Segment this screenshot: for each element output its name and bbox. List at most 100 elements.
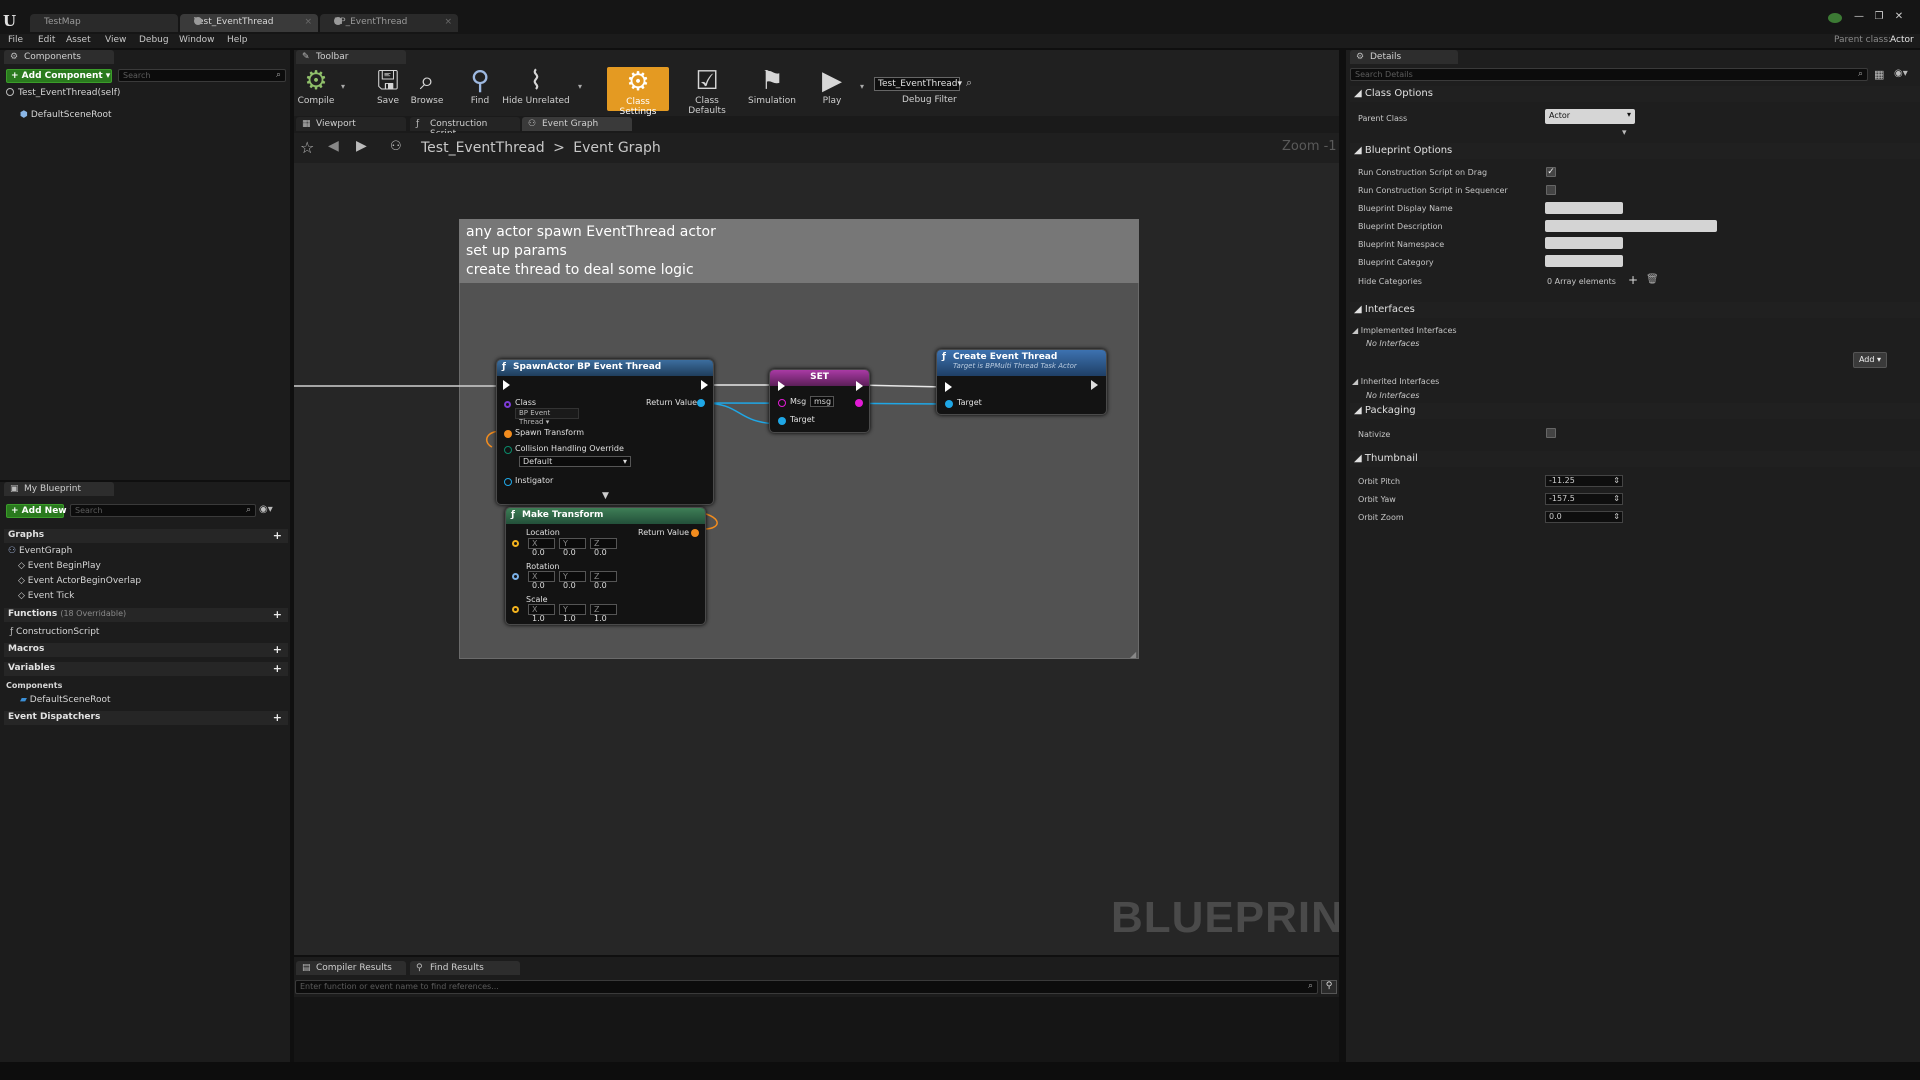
blueprint-display-name-input[interactable] [1545, 202, 1623, 214]
blueprint-namespace-input[interactable] [1545, 237, 1623, 249]
variables-components-category[interactable]: Components [6, 681, 62, 690]
find-button[interactable]: ⚲ Find [456, 66, 504, 112]
parent-class-select[interactable]: Actor ▾ [1545, 109, 1635, 124]
restore-icon[interactable]: ❐ [1872, 11, 1886, 23]
tab-toolbar[interactable]: ✎ Toolbar [296, 50, 406, 64]
collision-select[interactable]: Default ▾ [519, 456, 631, 467]
browse-button[interactable]: ⌕ Browse [403, 66, 451, 112]
event-beginplay[interactable]: ◇ Event BeginPlay [18, 561, 101, 571]
exec-in-pin[interactable] [945, 382, 952, 392]
unreal-logo-icon[interactable]: U [3, 12, 16, 30]
event-tick[interactable]: ◇ Event Tick [18, 591, 74, 601]
menu-debug[interactable]: Debug [139, 35, 169, 45]
add-graph-icon[interactable]: + [273, 529, 282, 542]
spawn-transform-pin[interactable] [504, 430, 512, 438]
location-y[interactable]: Y 0.0 [559, 538, 586, 557]
component-root-row[interactable]: Test_EventThread(self) [6, 88, 120, 98]
my-blueprint-search-input[interactable]: Search ⌕ [70, 504, 256, 517]
blueprint-category-input[interactable] [1545, 255, 1623, 267]
doc-tab-test-eventthread[interactable]: Test_EventThread × [180, 14, 318, 32]
nativize-checkbox[interactable] [1546, 428, 1556, 438]
binoculars-icon[interactable]: ⚲ [1321, 980, 1337, 994]
create-event-thread-node[interactable]: ƒ Create Event Thread Target is BPMulti Th… [936, 349, 1107, 415]
expand-chevron-icon[interactable]: ▼ [602, 491, 609, 501]
menu-asset[interactable]: Asset [66, 35, 91, 45]
return-value-pin[interactable] [697, 399, 705, 407]
section-class-options[interactable]: ◢ Class Options [1350, 86, 1920, 102]
hide-unrelated-chevron-icon[interactable]: ▾ [578, 82, 582, 91]
blueprint-description-input[interactable] [1545, 220, 1717, 232]
make-transform-node[interactable]: ƒ Make Transform Location Return Value X … [505, 507, 706, 625]
visibility-eye-icon[interactable]: ◉▾ [1894, 68, 1908, 79]
doc-tab-testmap[interactable]: TestMap [30, 14, 178, 32]
play-button[interactable]: ▶ Play [808, 66, 856, 112]
collision-pin[interactable] [504, 446, 512, 454]
scale-y[interactable]: Y 1.0 [559, 604, 586, 623]
run-construction-in-sequencer-checkbox[interactable] [1546, 185, 1556, 195]
section-functions[interactable]: Functions (18 Overridable) + [4, 608, 288, 622]
location-z[interactable]: Z 0.0 [590, 538, 617, 557]
scale-x[interactable]: X 1.0 [528, 604, 555, 623]
location-x[interactable]: X 0.0 [528, 538, 555, 557]
add-element-icon[interactable]: + [1628, 273, 1638, 287]
location-pin[interactable] [512, 540, 519, 547]
close-icon[interactable]: × [444, 17, 452, 27]
exec-in-pin[interactable] [778, 381, 785, 391]
compile-button[interactable]: ⚙ Compile [292, 66, 340, 112]
class-pin[interactable] [504, 401, 511, 408]
class-settings-button[interactable]: ⚙ Class Settings [607, 67, 669, 117]
close-window-icon[interactable]: ✕ [1892, 11, 1906, 23]
section-variables[interactable]: Variables + [4, 662, 288, 676]
add-function-icon[interactable]: + [273, 608, 282, 621]
tab-my-blueprint[interactable]: ▣ My Blueprint [4, 482, 114, 496]
exec-out-pin[interactable] [1091, 380, 1098, 390]
class-defaults-button[interactable]: ☑ Class Defaults [675, 66, 739, 116]
property-matrix-icon[interactable]: ▦ [1874, 68, 1884, 81]
add-component-button[interactable]: + Add Component ▾ [6, 69, 112, 83]
function-constructionscript[interactable]: ƒ ConstructionScript [10, 627, 99, 637]
graph-eventgraph[interactable]: ⚇ EventGraph [8, 546, 72, 556]
tab-details[interactable]: ⚙ Details [1350, 50, 1458, 64]
menu-help[interactable]: Help [227, 35, 248, 45]
tab-components[interactable]: ⚙ Components [4, 50, 114, 64]
add-macro-icon[interactable]: + [273, 643, 282, 656]
minimize-icon[interactable]: — [1852, 11, 1866, 23]
menu-file[interactable]: File [8, 35, 23, 45]
orbit-zoom-input[interactable]: 0.0 ⇕ [1545, 511, 1623, 523]
tab-compiler-results[interactable]: ▤ Compiler Results [296, 961, 406, 975]
trash-icon[interactable]: 🗑 [1646, 274, 1659, 285]
scale-z[interactable]: Z 1.0 [590, 604, 617, 623]
spawn-actor-node[interactable]: ƒ SpawnActor BP Event Thread Class BP Eve… [496, 359, 714, 505]
exec-in-pin[interactable] [503, 380, 510, 390]
tab-viewport[interactable]: ▦ Viewport [296, 117, 406, 131]
add-new-button[interactable]: + Add New ▾ [6, 504, 74, 518]
event-actorbeginoverlap[interactable]: ◇ Event ActorBeginOverlap [18, 576, 141, 586]
scale-pin[interactable] [512, 606, 519, 613]
source-control-icon[interactable] [1828, 13, 1842, 23]
add-variable-icon[interactable]: + [273, 662, 282, 675]
section-macros[interactable]: Macros + [4, 643, 288, 657]
menu-window[interactable]: Window [179, 35, 215, 45]
msg-value-input[interactable]: msg [810, 396, 834, 407]
tab-construction-script[interactable]: ƒConstruction Script [410, 117, 520, 139]
target-pin[interactable] [778, 417, 786, 425]
return-value-pin[interactable] [691, 529, 699, 537]
exec-out-pin[interactable] [701, 380, 708, 390]
run-construction-on-drag-checkbox[interactable]: ✓ [1546, 167, 1556, 177]
msg-out-pin[interactable] [855, 399, 863, 407]
section-interfaces[interactable]: ◢ Interfaces [1350, 302, 1920, 318]
hide-unrelated-button[interactable]: ⌇ Hide Unrelated [500, 66, 572, 112]
section-graphs[interactable]: Graphs + [4, 529, 288, 543]
menu-edit[interactable]: Edit [38, 35, 55, 45]
orbit-yaw-input[interactable]: -157.5 ⇕ [1545, 493, 1623, 505]
component-child-row[interactable]: ⬢ DefaultSceneRoot [20, 110, 112, 120]
add-interface-button[interactable]: Add ▾ [1853, 352, 1887, 368]
exec-out-pin[interactable] [856, 381, 863, 391]
debug-object-select[interactable]: Test_EventThread▾ [874, 77, 962, 91]
rotation-x[interactable]: X 0.0 [528, 571, 555, 590]
compile-options-chevron-icon[interactable]: ▾ [341, 82, 345, 91]
rotation-y[interactable]: Y 0.0 [559, 571, 586, 590]
rotation-pin[interactable] [512, 573, 519, 580]
find-results-input[interactable]: Enter function or event name to find ref… [295, 980, 1318, 994]
play-options-chevron-icon[interactable]: ▾ [860, 82, 864, 91]
